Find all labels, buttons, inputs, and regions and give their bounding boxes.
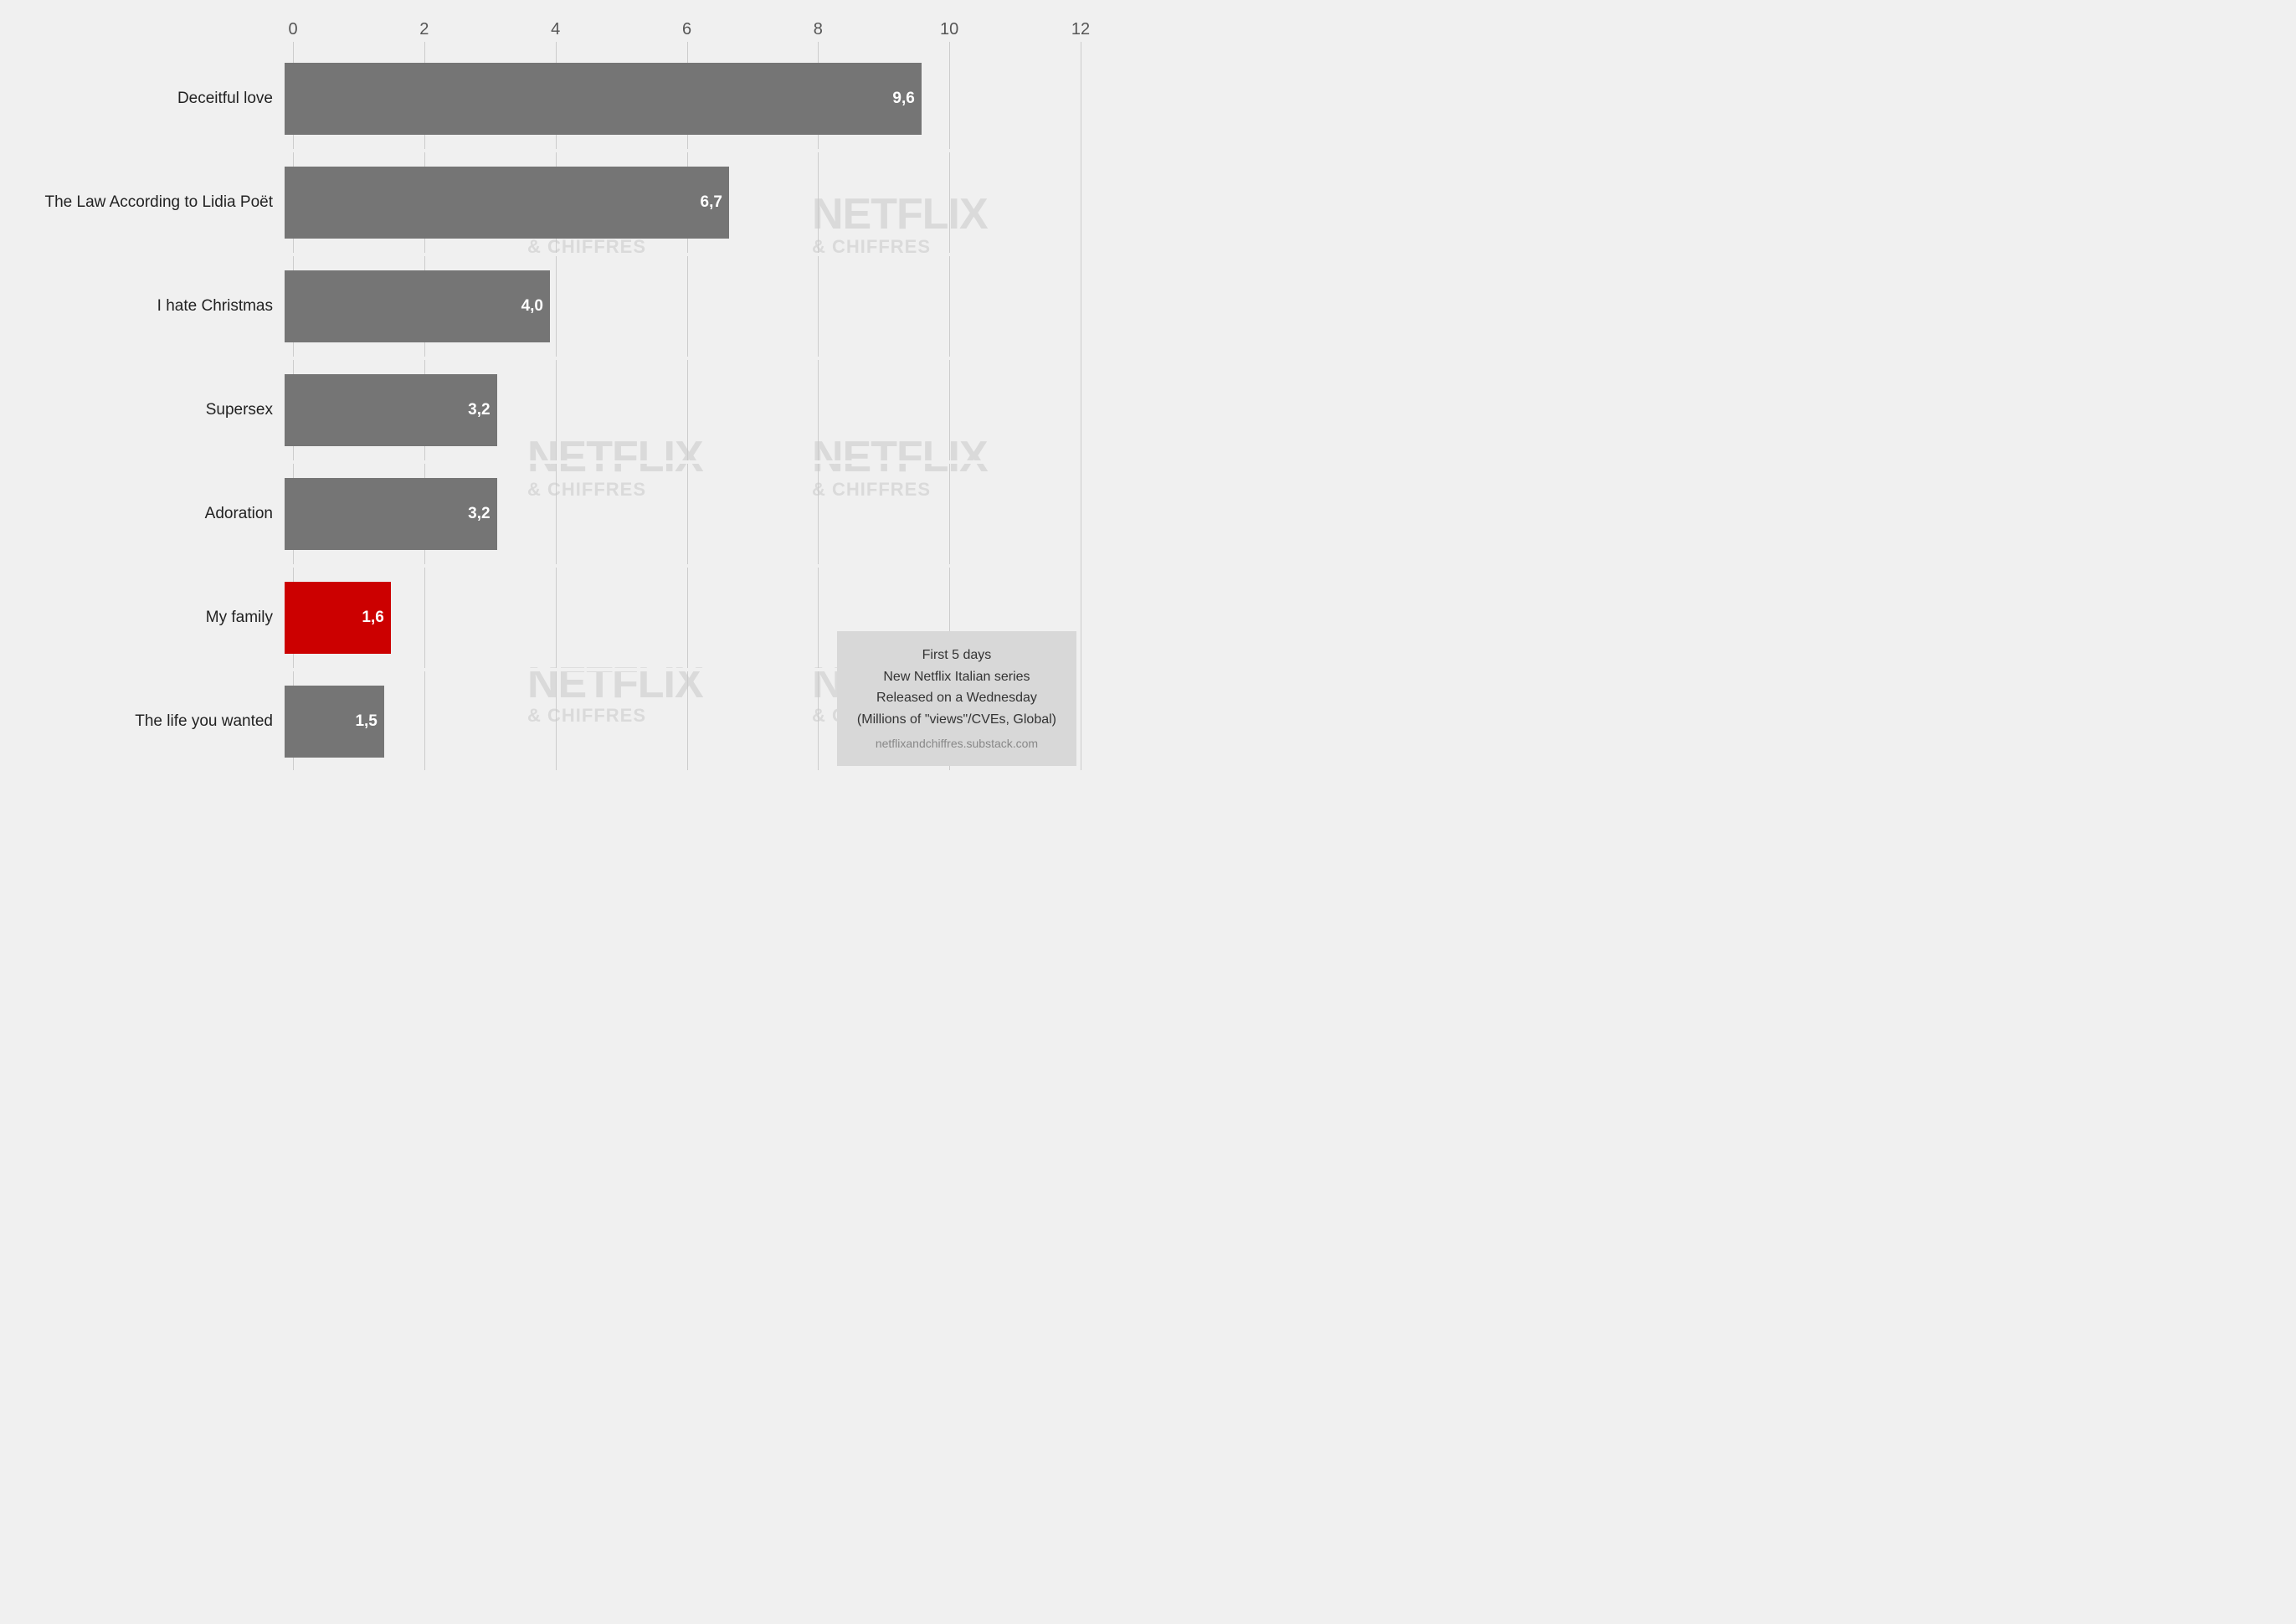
bar-fill: 1,6 bbox=[285, 582, 391, 654]
x-tick: 2 bbox=[419, 20, 429, 39]
bar-fill: 3,2 bbox=[285, 478, 497, 550]
bar-row: Deceitful love 9,6 bbox=[8, 49, 1081, 149]
legend-line1: First 5 days bbox=[857, 645, 1056, 666]
bar-fill: 4,0 bbox=[285, 270, 550, 342]
legend-line2: New Netflix Italian series bbox=[857, 666, 1056, 688]
bar-row: I hate Christmas 4,0 bbox=[8, 256, 1081, 357]
legend-box: First 5 days New Netflix Italian series … bbox=[837, 631, 1076, 766]
bar-value-label: 4,0 bbox=[521, 297, 550, 316]
bar-wrapper: 6,7 bbox=[285, 152, 1081, 253]
bar-label: I hate Christmas bbox=[8, 297, 285, 316]
bar-fill: 1,5 bbox=[285, 686, 384, 758]
x-tick: 12 bbox=[1071, 20, 1090, 39]
x-axis: 024681012 bbox=[293, 17, 1081, 42]
legend-line3: Released on a Wednesday bbox=[857, 687, 1056, 709]
bar-label: The Law According to Lidia Poët bbox=[8, 193, 285, 212]
bar-wrapper: 3,2 bbox=[285, 360, 1081, 460]
bar-value-label: 3,2 bbox=[468, 401, 496, 419]
bar-wrapper: 9,6 bbox=[285, 49, 1081, 149]
bar-wrapper: 4,0 bbox=[285, 256, 1081, 357]
bar-value-label: 3,2 bbox=[468, 505, 496, 523]
legend-line4: (Millions of "views"/CVEs, Global) bbox=[857, 709, 1056, 731]
bar-label: The life you wanted bbox=[8, 712, 285, 731]
bar-label: Adoration bbox=[8, 505, 285, 523]
bar-value-label: 9,6 bbox=[892, 90, 921, 108]
x-tick: 0 bbox=[288, 20, 297, 39]
x-tick: 6 bbox=[682, 20, 691, 39]
x-tick: 4 bbox=[551, 20, 560, 39]
bar-row: Supersex 3,2 bbox=[8, 360, 1081, 460]
bar-label: Deceitful love bbox=[8, 90, 285, 108]
bar-row: The Law According to Lidia Poët 6,7 bbox=[8, 152, 1081, 253]
x-tick: 8 bbox=[814, 20, 823, 39]
bar-value-label: 6,7 bbox=[701, 193, 729, 212]
bar-value-label: 1,6 bbox=[362, 609, 390, 627]
bar-fill: 3,2 bbox=[285, 374, 497, 446]
bar-wrapper: 3,2 bbox=[285, 464, 1081, 564]
x-tick: 10 bbox=[940, 20, 958, 39]
bar-row: Adoration 3,2 bbox=[8, 464, 1081, 564]
bar-fill: 6,7 bbox=[285, 167, 729, 239]
bar-label: Supersex bbox=[8, 401, 285, 419]
chart-container: 024681012 NETFLIX& CHIFFRESNETFLIX& CHIF… bbox=[0, 0, 1148, 812]
bar-fill: 9,6 bbox=[285, 63, 922, 135]
legend-source: netflixandchiffres.substack.com bbox=[857, 734, 1056, 753]
bar-label: My family bbox=[8, 609, 285, 627]
chart-area: 024681012 NETFLIX& CHIFFRESNETFLIX& CHIF… bbox=[8, 17, 1114, 779]
bar-value-label: 1,5 bbox=[355, 712, 383, 731]
